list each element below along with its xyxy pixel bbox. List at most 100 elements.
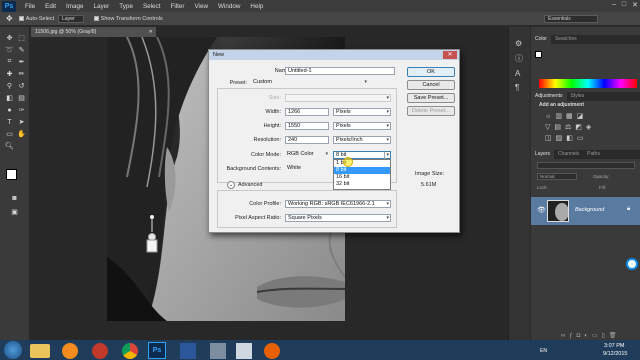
close-tab-icon[interactable]: ✕ xyxy=(149,27,153,37)
menu-filter[interactable]: Filter xyxy=(165,3,189,10)
group-icon[interactable]: ▭ xyxy=(592,333,602,339)
visibility-eye-icon[interactable]: 👁︎ xyxy=(537,206,546,214)
resolution-unit-select[interactable]: Pixels/Inch ▾ xyxy=(333,136,391,144)
pen-tool-icon[interactable]: ✑ xyxy=(16,105,27,115)
bit-option-16[interactable]: 16 bit xyxy=(334,174,390,181)
photo-filter-icon[interactable]: ◈ xyxy=(586,124,595,131)
height-field[interactable]: 1550 xyxy=(285,122,329,130)
dodge-tool-icon[interactable]: ● xyxy=(4,105,15,115)
type-tool-icon[interactable]: T xyxy=(4,117,15,127)
crop-tool-icon[interactable]: ⌗ xyxy=(4,57,15,67)
threshold-icon[interactable]: ◧ xyxy=(566,135,577,142)
menu-layer[interactable]: Layer xyxy=(89,3,115,10)
pixel-aspect-select[interactable]: Square Pixels ▾ xyxy=(285,214,391,222)
layer-name[interactable]: Background xyxy=(575,207,604,213)
lasso-tool-icon[interactable]: ➰ xyxy=(4,45,15,55)
shape-tool-icon[interactable]: ▭ xyxy=(4,129,15,139)
bw-icon[interactable]: ◩ xyxy=(575,124,586,131)
resolution-field[interactable]: 240 xyxy=(285,136,329,144)
menu-view[interactable]: View xyxy=(189,3,213,10)
new-fill-icon[interactable]: ◐ xyxy=(584,333,592,339)
history-panel-icon[interactable]: ⚙ xyxy=(515,39,522,48)
height-unit-select[interactable]: Pixels ▾ xyxy=(333,122,391,130)
exposure-icon[interactable]: ◪ xyxy=(577,113,588,120)
cancel-button[interactable]: Cancel xyxy=(407,80,455,90)
paragraph-panel-icon[interactable]: ¶ xyxy=(515,83,519,92)
color-spectrum[interactable] xyxy=(539,79,637,88)
menu-window[interactable]: Window xyxy=(213,3,245,10)
eyedropper-icon[interactable]: ✒ xyxy=(16,57,27,67)
foreground-color-swatch[interactable] xyxy=(6,169,17,180)
tab-adjustments[interactable]: Adjustments xyxy=(531,92,567,101)
tab-channels[interactable]: Channels xyxy=(554,150,583,159)
teamviewer-icon[interactable] xyxy=(626,258,638,270)
brightness-icon[interactable]: ☼ xyxy=(545,113,555,120)
bit-depth-select[interactable]: 8 bit ▾ xyxy=(333,151,391,159)
screen-mode-icon[interactable]: ▣ xyxy=(9,207,20,217)
move-tool-icon[interactable]: ✥ xyxy=(6,14,13,23)
path-select-icon[interactable]: ➤ xyxy=(16,117,27,127)
quick-select-icon[interactable]: ✎ xyxy=(16,45,27,55)
delete-layer-icon[interactable]: 🗑︎ xyxy=(609,333,621,339)
new-layer-icon[interactable]: ▯ xyxy=(602,333,609,339)
ok-button[interactable]: OK xyxy=(407,67,455,77)
healing-brush-icon[interactable]: ✚ xyxy=(4,69,15,79)
layer-row-background[interactable]: 👁︎ Background 🔒︎ xyxy=(531,197,640,225)
name-field[interactable]: Untitled-1 xyxy=(285,67,395,75)
eraser-icon[interactable]: ◧ xyxy=(4,93,15,103)
menu-select[interactable]: Select xyxy=(138,3,166,10)
menu-help[interactable]: Help xyxy=(245,3,268,10)
zoom-tool-icon[interactable]: 🔍︎ xyxy=(4,141,15,151)
bg-contents-select[interactable]: White xyxy=(285,165,329,173)
invert-icon[interactable]: ◫ xyxy=(545,135,556,142)
tab-styles[interactable]: Styles xyxy=(567,92,589,101)
color-mode-select[interactable]: RGB Color ▾ xyxy=(285,151,329,159)
vibrance-icon[interactable]: ▽ xyxy=(545,124,554,131)
color-balance-icon[interactable]: ⚖ xyxy=(565,124,575,131)
hue-sat-icon[interactable]: ▤ xyxy=(554,124,565,131)
clone-stamp-icon[interactable]: ⚲ xyxy=(4,81,15,91)
tab-color[interactable]: Color xyxy=(531,35,551,44)
history-brush-icon[interactable]: ↺ xyxy=(16,81,27,91)
menu-image[interactable]: Image xyxy=(61,3,89,10)
bit-option-32[interactable]: 32 bit xyxy=(334,181,390,188)
menu-edit[interactable]: Edit xyxy=(40,3,61,10)
marquee-tool-icon[interactable]: ⬚ xyxy=(16,33,27,43)
hand-tool-icon[interactable]: ✋ xyxy=(16,129,27,139)
close-button[interactable]: ✕ xyxy=(632,1,638,9)
delete-preset-button[interactable]: Delete Preset... xyxy=(407,106,455,116)
menu-file[interactable]: File xyxy=(20,3,40,10)
language-indicator[interactable]: EN xyxy=(540,348,547,354)
auto-select-checkbox[interactable] xyxy=(18,16,24,21)
blend-mode-select[interactable]: Normal xyxy=(537,173,577,180)
move-tool-icon[interactable]: ✥ xyxy=(4,33,15,43)
levels-icon[interactable]: ▥ xyxy=(555,113,566,120)
tab-layers[interactable]: Layers xyxy=(531,150,555,159)
advanced-toggle-icon[interactable]: ⌄ xyxy=(227,181,235,189)
dialog-close-button[interactable]: ✕ xyxy=(443,51,457,59)
layer-filter-kind[interactable] xyxy=(537,162,635,169)
quick-mask-icon[interactable]: ◙ xyxy=(9,193,20,203)
preset-select[interactable]: Custom ▾ xyxy=(251,79,368,87)
maximize-button[interactable]: □ xyxy=(622,1,626,9)
advanced-label[interactable]: Advanced xyxy=(238,182,262,188)
gradient-map-icon[interactable]: ▭ xyxy=(577,135,588,142)
layer-dropdown[interactable]: Layer xyxy=(58,14,84,23)
fx-icon[interactable]: ƒ xyxy=(569,333,576,339)
tab-swatches[interactable]: Swatches xyxy=(551,35,581,44)
document-tab[interactable]: 11506.jpg @ 50% (Gray/8) ✕ xyxy=(31,27,156,37)
bit-option-8-selected[interactable]: 8 bit xyxy=(334,167,390,174)
clock-time[interactable]: 3:07 PM xyxy=(604,343,624,349)
workspace-select[interactable]: Essentials xyxy=(544,15,598,23)
show-transform-checkbox[interactable] xyxy=(93,16,99,21)
width-unit-select[interactable]: Pixels ▾ xyxy=(333,108,391,116)
posterize-icon[interactable]: ▨ xyxy=(556,135,567,142)
fg-bg-color-swatches[interactable] xyxy=(535,51,542,58)
width-field[interactable]: 1266 xyxy=(285,108,329,116)
gradient-icon[interactable]: ▤ xyxy=(16,93,27,103)
save-preset-button[interactable]: Save Preset... xyxy=(407,93,455,103)
brush-tool-icon[interactable]: ✏ xyxy=(16,69,27,79)
curves-icon[interactable]: ▦ xyxy=(566,113,577,120)
character-panel-icon[interactable]: A xyxy=(515,69,520,78)
menu-type[interactable]: Type xyxy=(114,3,138,10)
